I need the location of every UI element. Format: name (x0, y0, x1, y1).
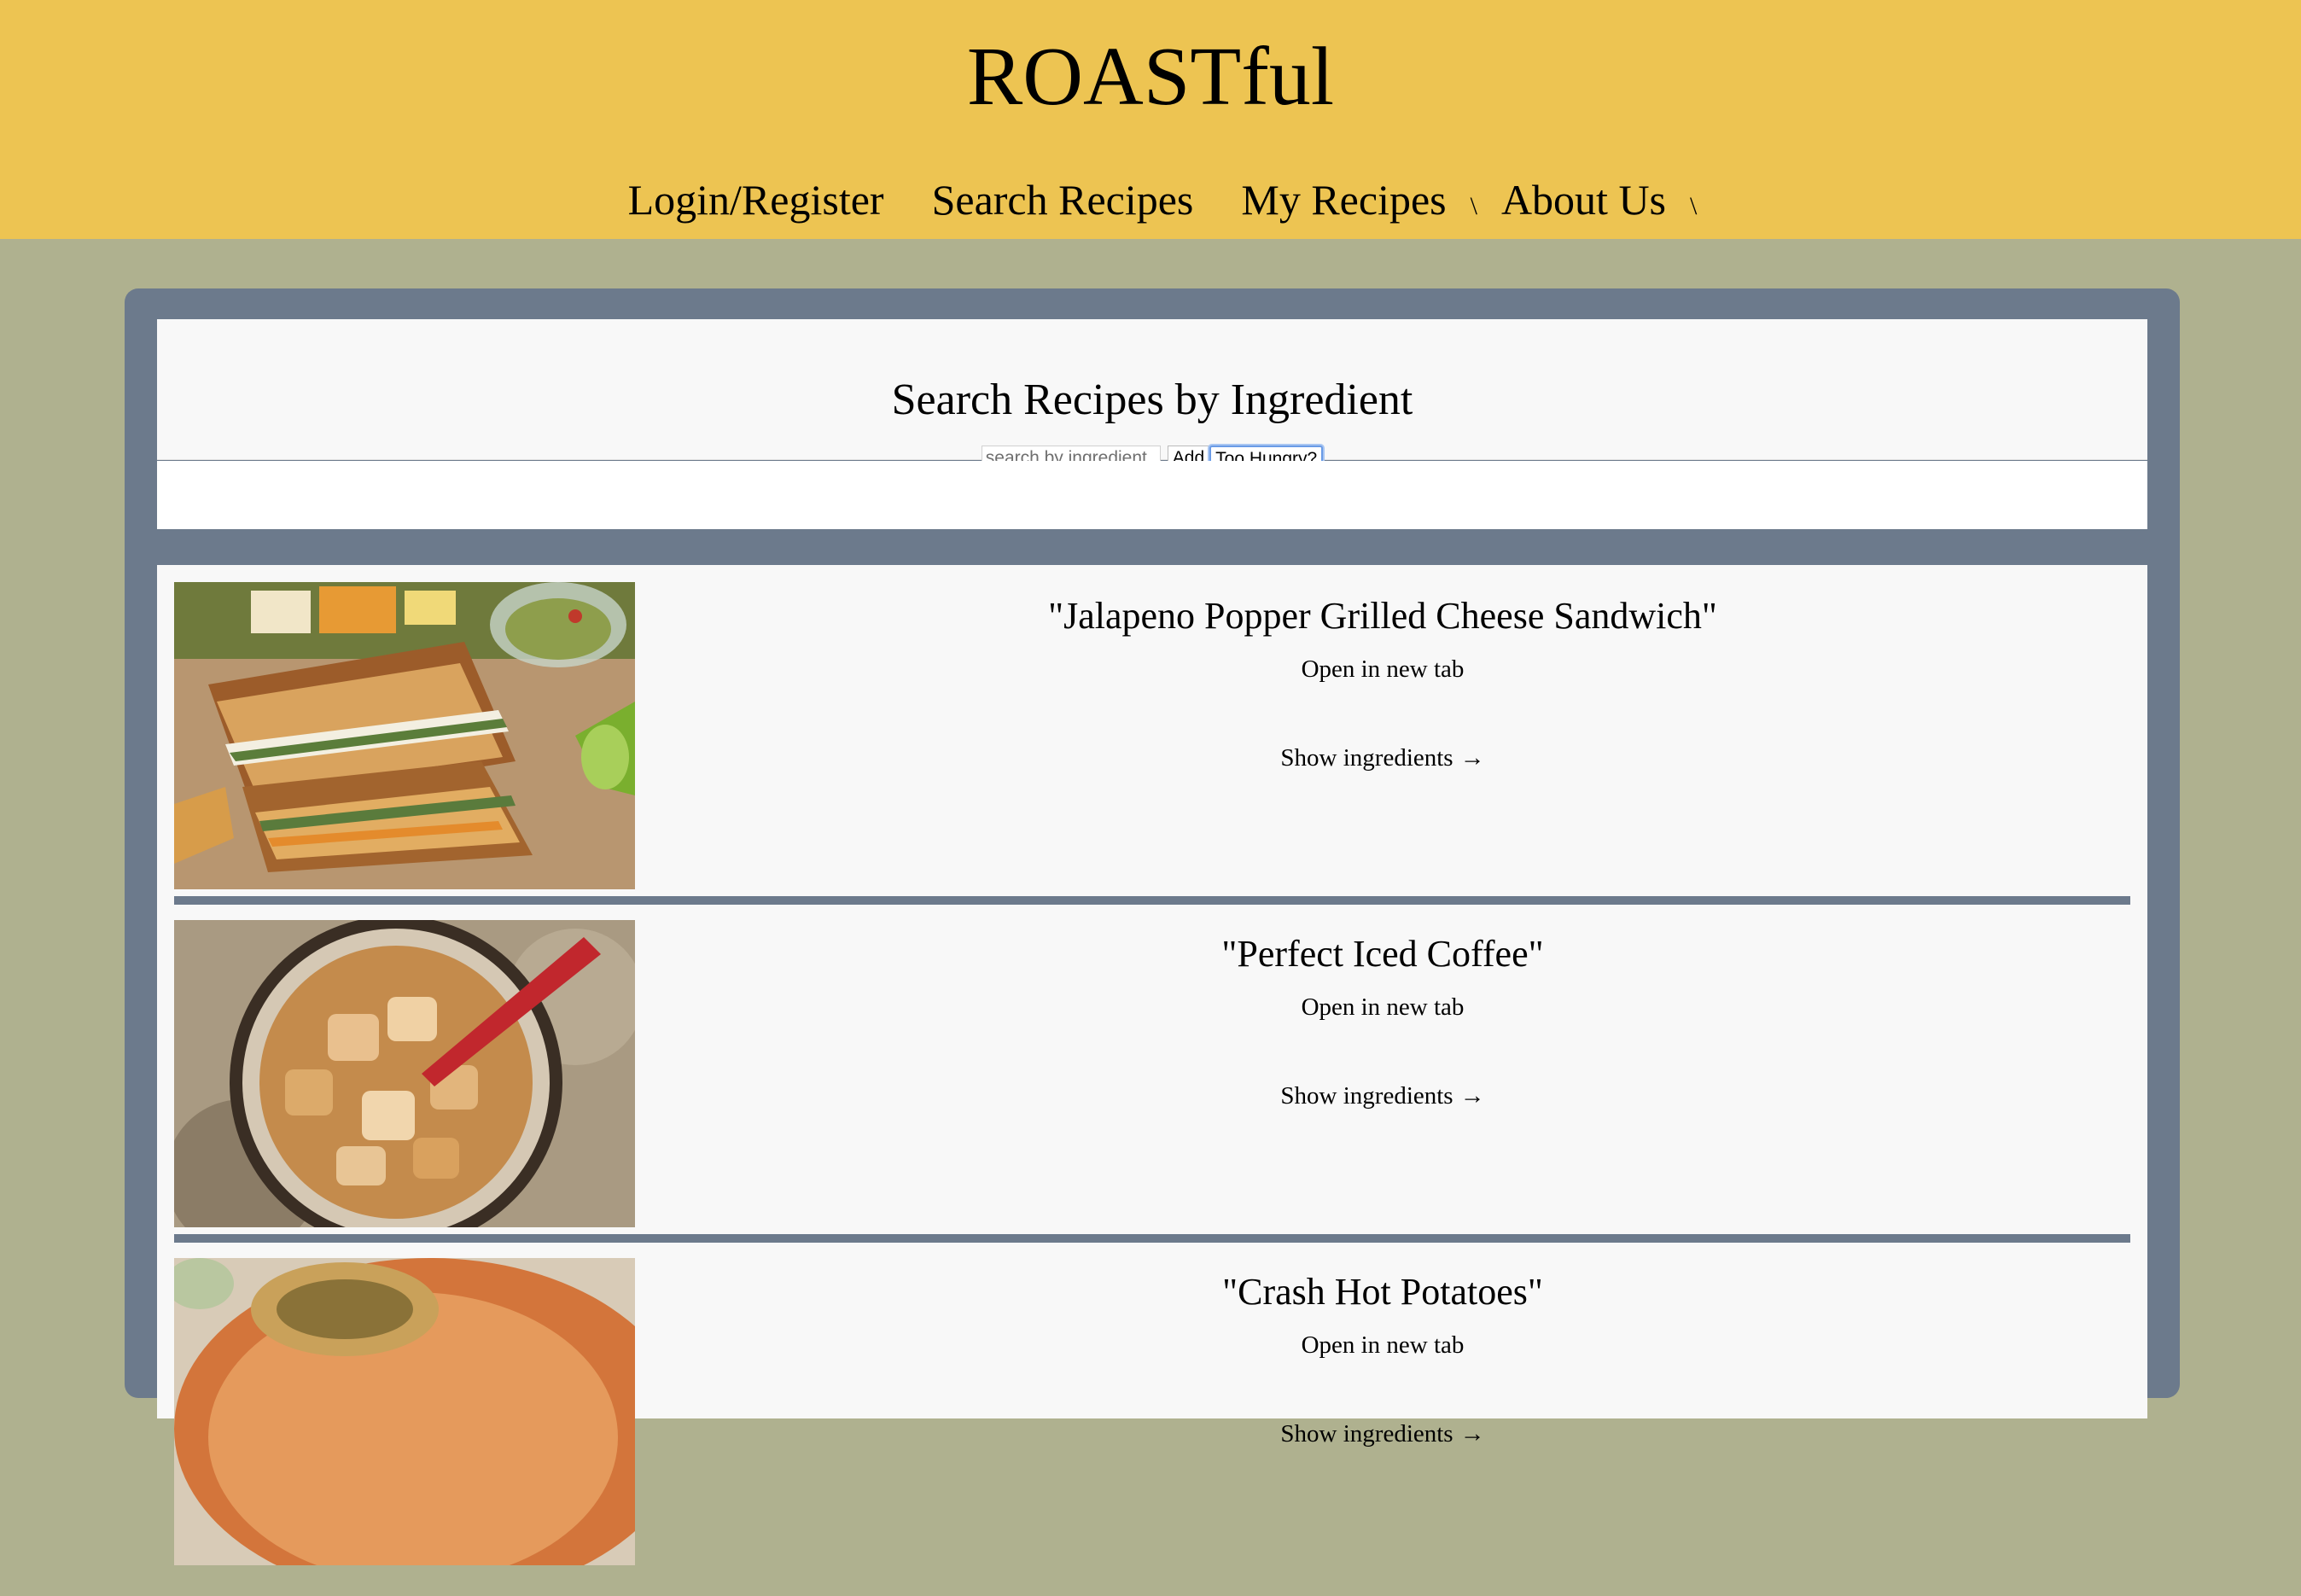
site-title: ROASTful (966, 31, 1335, 123)
recipe-results: "Jalapeno Popper Grilled Cheese Sandwich… (157, 565, 2147, 1565)
open-in-new-tab-link[interactable]: Open in new tab (635, 652, 2130, 686)
recipe-title[interactable]: "Perfect Iced Coffee" (635, 929, 2130, 980)
ingredient-list-area (157, 461, 2147, 529)
search-heading: Search Recipes by Ingredient (891, 376, 1413, 424)
dropdown-caret-icon[interactable]: \ (1690, 192, 1697, 220)
search-panel: Search Recipes by Ingredient Add Too Hun… (157, 319, 2147, 471)
arrow-right-icon: → (1459, 1082, 1485, 1110)
recipe-image-grilled-cheese[interactable] (174, 582, 635, 889)
recipe-card: "Perfect Iced Coffee" Open in new tab Sh… (174, 920, 2130, 1258)
nav-about-us-label: About Us (1500, 176, 1667, 224)
arrow-right-icon: → (1459, 744, 1485, 772)
show-ingredients-toggle[interactable]: Show ingredients → (635, 1079, 2130, 1113)
content-frame: Search Recipes by Ingredient Add Too Hun… (125, 288, 2180, 1565)
recipe-image-crash-hot-potatoes[interactable] (174, 1258, 635, 1565)
recipe-card: "Crash Hot Potatoes" Open in new tab Sho… (174, 1258, 2130, 1596)
nav-login-register[interactable]: Login/Register (628, 166, 884, 234)
nav-about-us[interactable]: About Us \ (1500, 166, 1697, 241)
recipe-title[interactable]: "Jalapeno Popper Grilled Cheese Sandwich… (635, 591, 2130, 642)
show-ingredients-label: Show ingredients (1280, 1420, 1453, 1447)
dropdown-caret-icon[interactable]: \ (1471, 192, 1477, 220)
recipe-card: "Jalapeno Popper Grilled Cheese Sandwich… (174, 582, 2130, 920)
show-ingredients-label: Show ingredients (1280, 1082, 1453, 1110)
recipe-image-iced-coffee[interactable] (174, 920, 635, 1227)
nav-search-recipes[interactable]: Search Recipes (932, 166, 1194, 234)
site-header: ROASTful Login/Register Search Recipes M… (0, 0, 2301, 239)
show-ingredients-label: Show ingredients (1280, 744, 1453, 772)
main-nav: Login/Register Search Recipes My Recipes… (0, 166, 2301, 241)
nav-my-recipes[interactable]: My Recipes \ (1241, 166, 1477, 241)
show-ingredients-toggle[interactable]: Show ingredients → (635, 1417, 2130, 1451)
open-in-new-tab-link[interactable]: Open in new tab (635, 990, 2130, 1024)
show-ingredients-toggle[interactable]: Show ingredients → (635, 741, 2130, 775)
recipe-divider (174, 1234, 2130, 1243)
recipe-divider (174, 896, 2130, 905)
recipe-title[interactable]: "Crash Hot Potatoes" (635, 1267, 2130, 1318)
arrow-right-icon: → (1459, 1420, 1485, 1447)
open-in-new-tab-link[interactable]: Open in new tab (635, 1328, 2130, 1362)
nav-my-recipes-label: My Recipes (1241, 176, 1447, 224)
